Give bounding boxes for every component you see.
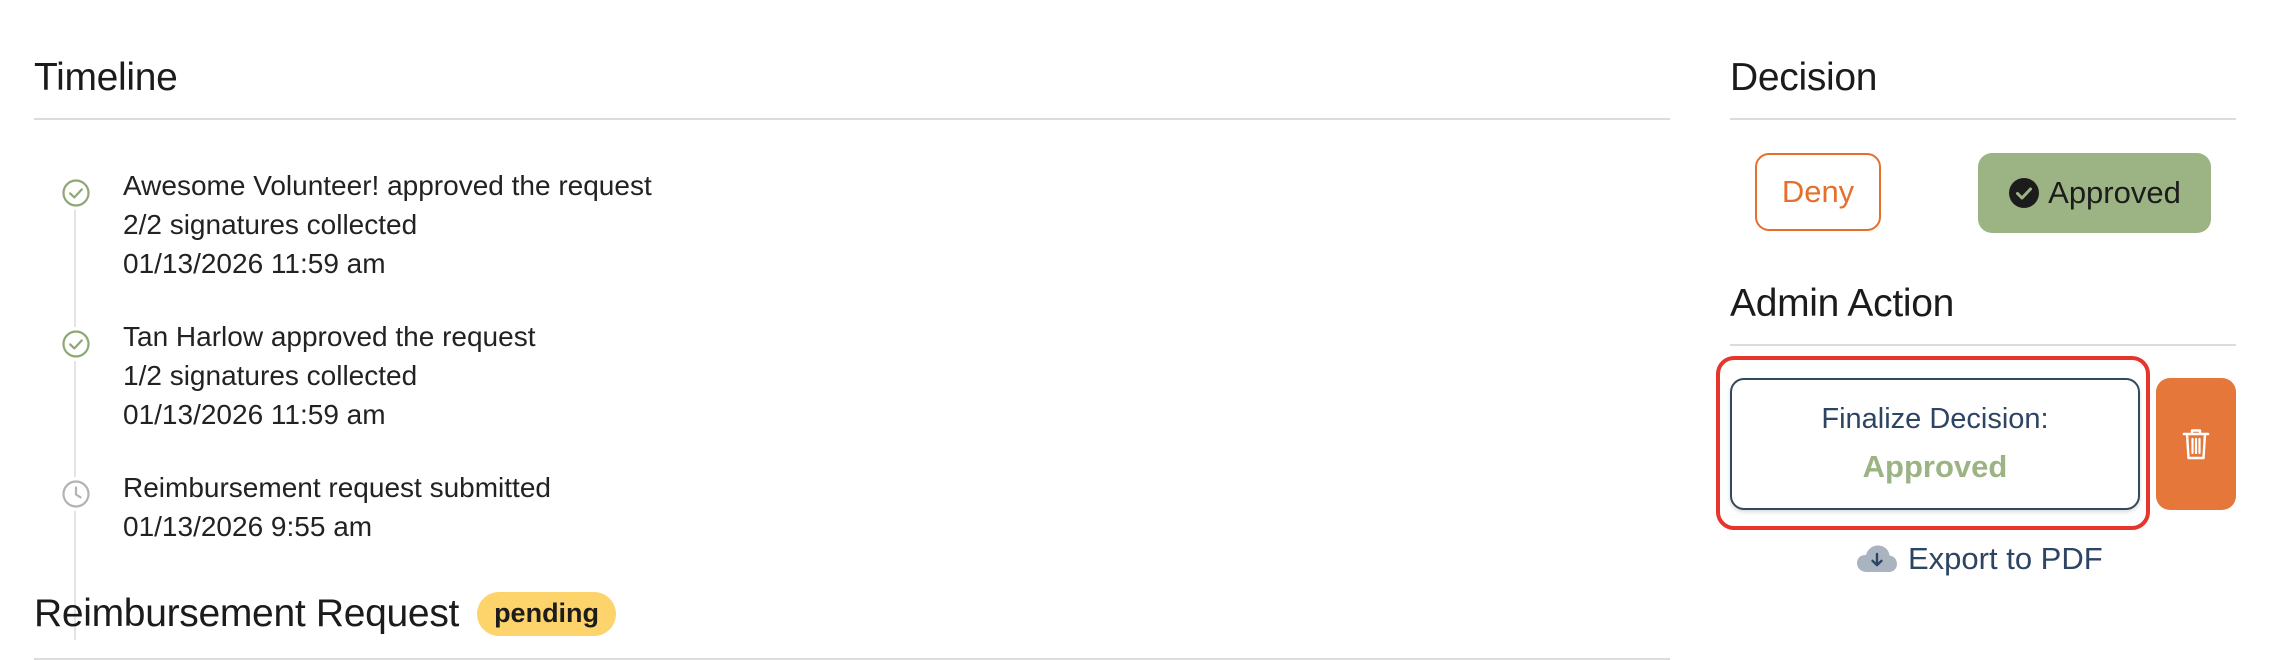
timeline-connector (74, 190, 76, 640)
check-circle-filled-icon (2008, 177, 2040, 209)
timeline-event-text: Awesome Volunteer! approved the request … (123, 166, 652, 283)
timeline-event-timestamp: 01/13/2026 11:59 am (123, 399, 386, 430)
timeline-event-timestamp: 01/13/2026 9:55 am (123, 511, 373, 542)
reimbursement-heading: Reimbursement Request (34, 592, 460, 635)
timeline-event-title: Awesome Volunteer! approved the request (123, 170, 652, 201)
export-to-pdf-link[interactable]: Export to PDF (1856, 541, 2103, 577)
check-circle-icon (59, 327, 93, 361)
decision-heading: Decision (1730, 56, 1878, 99)
status-badge: pending (477, 592, 617, 636)
approved-button[interactable]: Approved (1978, 153, 2211, 233)
right-column: Decision Deny Approved Admin Action Fina… (1716, 0, 2236, 660)
export-to-pdf-label: Export to PDF (1908, 541, 2103, 576)
trash-icon (2181, 426, 2211, 462)
finalize-decision-button[interactable]: Finalize Decision: Approved (1730, 378, 2140, 510)
approved-button-label: Approved (2048, 175, 2181, 210)
timeline-event-title: Reimbursement request submitted (123, 472, 551, 503)
timeline-event-detail: 1/2 signatures collected (123, 360, 418, 391)
timeline-list: Awesome Volunteer! approved the request … (34, 160, 1634, 640)
timeline-divider (34, 118, 1670, 120)
timeline-event-text: Reimbursement request submitted 01/13/20… (123, 468, 551, 546)
deny-button[interactable]: Deny (1755, 153, 1881, 231)
timeline-event-timestamp: 01/13/2026 11:59 am (123, 248, 386, 279)
finalize-decision-value: Approved (1862, 449, 2008, 484)
admin-action-divider (1730, 344, 2236, 346)
admin-action-heading: Admin Action (1730, 282, 1955, 325)
timeline-event-detail: 2/2 signatures collected (123, 209, 418, 240)
timeline-heading: Timeline (34, 56, 178, 99)
request-detail-page: Timeline Awesome Volunteer! approved the… (0, 0, 2270, 660)
decision-divider (1730, 118, 2236, 120)
delete-button[interactable] (2156, 378, 2236, 510)
check-circle-icon (59, 176, 93, 210)
timeline-event-text: Tan Harlow approved the request 1/2 sign… (123, 317, 535, 434)
clock-icon (59, 477, 93, 511)
finalize-decision-label: Finalize Decision: (1821, 403, 2049, 435)
cloud-download-icon (1856, 544, 1898, 574)
reimbursement-header: Reimbursement Request pending (34, 590, 617, 638)
timeline-event-title: Tan Harlow approved the request (123, 321, 536, 352)
deny-button-label: Deny (1781, 174, 1855, 209)
